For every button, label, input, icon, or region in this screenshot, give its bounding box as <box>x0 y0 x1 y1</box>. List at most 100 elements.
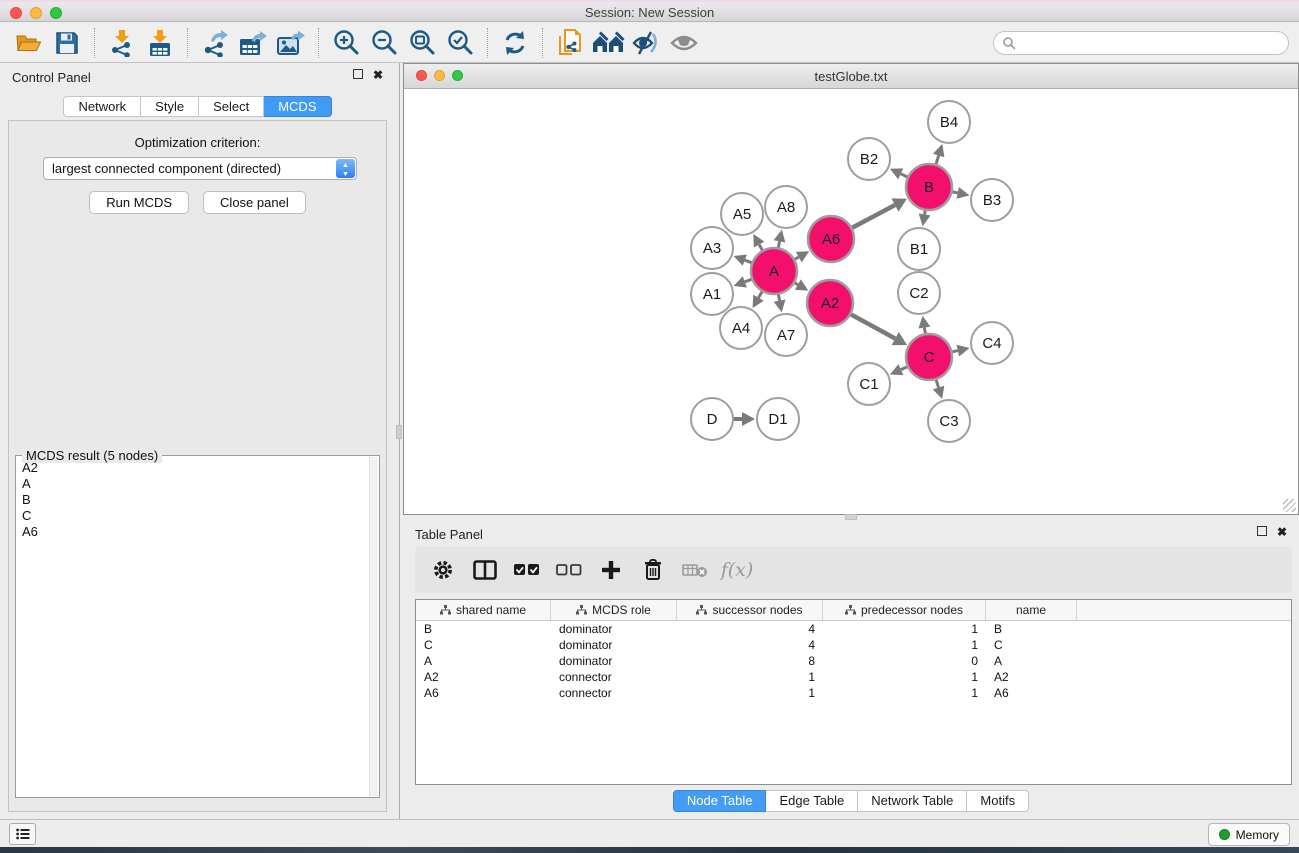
table-row[interactable]: Bdominator41B <box>416 621 1291 637</box>
table-cell: 1 <box>823 670 986 684</box>
graph-node-A7[interactable]: A7 <box>765 314 807 356</box>
memory-status-icon <box>1219 829 1230 840</box>
tab-style[interactable]: Style <box>141 96 199 117</box>
add-column-icon[interactable] <box>593 553 629 587</box>
graph-node-B2[interactable]: B2 <box>848 138 890 180</box>
close-panel-button[interactable]: Close panel <box>203 191 306 214</box>
graph-node-A2[interactable]: A2 <box>807 280 853 326</box>
graph-node-C[interactable]: C <box>906 334 952 380</box>
graph-node-C1[interactable]: C1 <box>848 363 890 405</box>
float-table-panel-icon[interactable] <box>1257 526 1267 536</box>
delete-column-trash-icon[interactable] <box>635 553 671 587</box>
mcds-result-list[interactable]: A2ABCA6 <box>18 460 367 795</box>
new-network-from-selection-icon[interactable] <box>551 27 589 59</box>
tab-node-table[interactable]: Node Table <box>673 790 767 812</box>
zoom-out-icon[interactable] <box>365 27 403 59</box>
graph-node-A4[interactable]: A4 <box>720 307 762 349</box>
refresh-icon[interactable] <box>496 27 534 59</box>
mcds-list-scrollbar[interactable] <box>369 457 378 796</box>
table-header-row: shared name MCDS role successor nodes pr… <box>416 600 1291 621</box>
search-input[interactable] <box>1016 36 1266 50</box>
tab-motifs[interactable]: Motifs <box>967 790 1029 812</box>
graph-node-D[interactable]: D <box>691 398 733 440</box>
column-header-shared-name[interactable]: shared name <box>416 600 551 620</box>
zoom-fit-icon[interactable] <box>403 27 441 59</box>
table-options-gear-icon[interactable] <box>425 553 461 587</box>
close-table-panel-icon[interactable]: ✖ <box>1277 526 1287 538</box>
mcds-result-item[interactable]: B <box>18 492 367 508</box>
tab-network[interactable]: Network <box>63 96 141 117</box>
graph-node-C4[interactable]: C4 <box>971 322 1013 364</box>
graph-node-B3[interactable]: B3 <box>971 179 1013 221</box>
zoom-selected-icon[interactable] <box>441 27 479 59</box>
open-session-icon[interactable] <box>10 27 48 59</box>
splitter-grip[interactable] <box>396 425 402 439</box>
svg-text:C: C <box>924 349 935 366</box>
graph-edge-A6-B[interactable] <box>850 198 907 229</box>
column-header-predecessor-nodes[interactable]: predecessor nodes <box>823 600 986 620</box>
export-network-icon[interactable] <box>196 27 234 59</box>
column-header-name[interactable]: name <box>986 600 1077 620</box>
table-row[interactable]: Cdominator41C <box>416 637 1291 653</box>
svg-text:A8: A8 <box>777 199 795 216</box>
memory-button[interactable]: Memory <box>1208 823 1290 846</box>
export-image-icon[interactable] <box>272 27 310 59</box>
window-resize-grip[interactable] <box>1283 499 1296 512</box>
status-bar: Memory <box>0 819 1299 847</box>
import-table-icon[interactable] <box>141 27 179 59</box>
graph-node-C2[interactable]: C2 <box>898 272 940 314</box>
mcds-result-item[interactable]: A <box>18 476 367 492</box>
criterion-dropdown[interactable]: largest connected component (directed) ▲… <box>43 157 357 180</box>
zoom-in-icon[interactable] <box>327 27 365 59</box>
tab-edge-table[interactable]: Edge Table <box>766 790 858 812</box>
table-row[interactable]: Adominator80A <box>416 653 1291 669</box>
import-network-icon[interactable] <box>103 27 141 59</box>
vertical-splitter[interactable] <box>395 63 403 819</box>
tab-mcds[interactable]: MCDS <box>264 96 331 117</box>
graph-node-B1[interactable]: B1 <box>898 228 940 270</box>
column-header-mcds-role[interactable]: MCDS role <box>551 600 677 620</box>
run-mcds-button[interactable]: Run MCDS <box>89 191 189 214</box>
graph-edge-D-D1[interactable] <box>731 412 755 426</box>
graph-node-B[interactable]: B <box>906 164 952 210</box>
mcds-result-item[interactable]: C <box>18 508 367 524</box>
first-neighbors-icon[interactable] <box>589 27 627 59</box>
graph-edge-A2-C[interactable] <box>848 313 907 345</box>
svg-text:A2: A2 <box>821 295 839 312</box>
svg-text:A: A <box>769 263 779 280</box>
graph-node-B4[interactable]: B4 <box>928 101 970 143</box>
graph-node-A8[interactable]: A8 <box>765 186 807 228</box>
network-canvas[interactable]: B4 B2 B B3 A8 A5 A6 A3 B1 A C2 A1 A2 A4A7 C4 C C1 C3 D D1 <box>405 90 1297 514</box>
graph-node-D1[interactable]: D1 <box>757 398 799 440</box>
graph-node-A3[interactable]: A3 <box>691 227 733 269</box>
deselect-all-checkboxes-icon[interactable] <box>551 553 587 587</box>
graph-node-A1[interactable]: A1 <box>691 273 733 315</box>
svg-text:C2: C2 <box>909 285 928 302</box>
svg-text:B2: B2 <box>860 151 878 168</box>
svg-text:C4: C4 <box>982 335 1001 352</box>
close-panel-icon[interactable]: ✖ <box>373 69 383 81</box>
tab-select[interactable]: Select <box>199 96 264 117</box>
mcds-result-item[interactable]: A6 <box>18 524 367 540</box>
svg-text:C3: C3 <box>939 413 958 430</box>
show-columns-icon[interactable] <box>467 553 503 587</box>
graph-node-A5[interactable]: A5 <box>721 193 763 235</box>
task-history-button[interactable] <box>9 823 36 845</box>
table-cell: A <box>416 654 551 668</box>
graph-node-A6[interactable]: A6 <box>808 216 854 262</box>
float-panel-icon[interactable] <box>353 69 363 79</box>
table-row[interactable]: A6connector11A6 <box>416 685 1291 701</box>
hide-graphics-details-icon[interactable] <box>627 27 665 59</box>
table-row[interactable]: A2connector11A2 <box>416 669 1291 685</box>
save-session-icon[interactable] <box>48 27 86 59</box>
svg-text:C1: C1 <box>859 376 878 393</box>
column-header-successor-nodes[interactable]: successor nodes <box>677 600 823 620</box>
export-table-icon[interactable] <box>234 27 272 59</box>
select-all-checkboxes-icon[interactable] <box>509 553 545 587</box>
graph-node-C3[interactable]: C3 <box>928 400 970 442</box>
tab-network-table[interactable]: Network Table <box>858 790 967 812</box>
network-window-titlebar[interactable]: testGlobe.txt <box>404 64 1298 89</box>
mcds-result-item[interactable]: A2 <box>18 460 367 476</box>
search-field[interactable] <box>993 31 1289 55</box>
graph-node-A[interactable]: A <box>751 248 797 294</box>
